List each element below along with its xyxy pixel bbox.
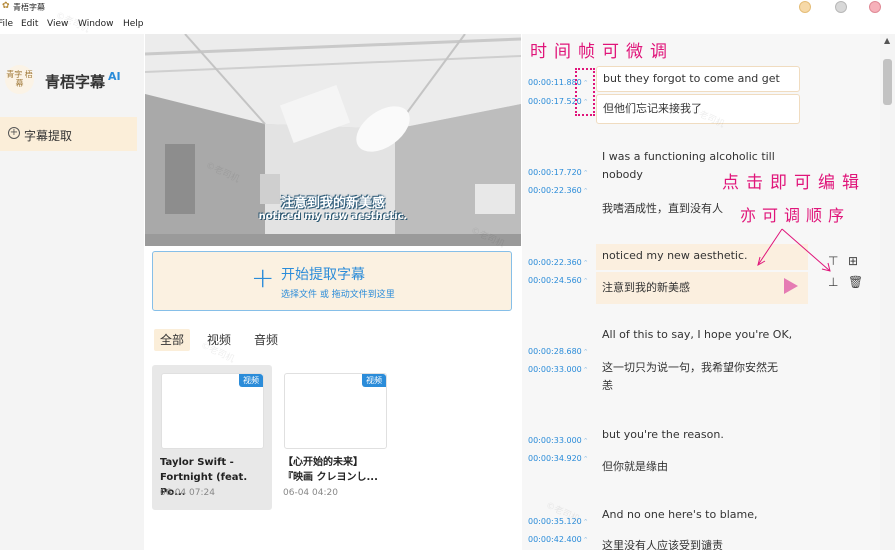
media-date: 06-04 07:24 <box>160 488 215 498</box>
cursor-pointer-icon <box>784 278 798 294</box>
sidebar: 青字 梧幕 青梧字幕 AI + 字幕提取 <box>0 34 144 550</box>
start-time[interactable]: 00:00:17.720⌃ <box>528 168 589 177</box>
subtitle-line: 这一切只为说一句，我希望你安然无 <box>602 361 778 374</box>
title-bar: ✿ 青梧字幕 <box>0 0 895 16</box>
plus-circle-icon: + <box>8 127 20 139</box>
stepper-icon[interactable]: ⌃ <box>583 348 589 356</box>
video-subtitle-cn: 注意到我的新美感 <box>280 196 385 211</box>
media-title-line: 【心开始的未来】 <box>283 457 363 468</box>
subtitle-cn[interactable]: 这一切只为说一句，我希望你安然无 恙 <box>602 359 798 395</box>
start-time[interactable]: 00:00:33.000⌃ <box>528 436 589 445</box>
app-logo: 青字 梧幕 <box>5 65 34 94</box>
video-preview[interactable]: 注意到我的新美感 noticed my new aesthetic. <box>145 34 521 246</box>
stepper-icon[interactable]: ⌃ <box>583 187 589 195</box>
stepper-icon[interactable]: ⌃ <box>583 455 589 463</box>
close-button[interactable] <box>869 1 881 13</box>
delete-icon[interactable]: 🗑 <box>848 276 863 288</box>
time-value: 00:00:22.360 <box>528 258 582 267</box>
menu-help[interactable]: Help <box>123 19 144 29</box>
annotation-click-edit: 点击即可编辑 <box>722 173 866 193</box>
end-time[interactable]: 00:00:34.920⌃ <box>528 454 589 463</box>
time-value: 00:00:28.680 <box>528 347 582 356</box>
time-value: 00:00:33.000 <box>528 436 582 445</box>
menu-edit[interactable]: Edit <box>21 19 38 29</box>
upload-dropzone[interactable]: + 开始提取字幕 选择文件 或 拖动文件到这里 <box>152 251 512 311</box>
subtitle-cn[interactable]: 这里没有人应该受到谴责 <box>602 537 798 550</box>
insert-below-icon[interactable]: ⊥ <box>828 276 838 288</box>
video-subtitle-en: noticed my new aesthetic. <box>258 211 408 222</box>
media-title-line: Taylor Swift - <box>160 457 234 468</box>
ai-badge: AI <box>108 70 121 83</box>
media-thumbnail: 视频 <box>284 373 387 449</box>
end-time[interactable]: 00:00:42.400⌃ <box>528 535 589 544</box>
window-title: 青梧字幕 <box>13 3 45 12</box>
stepper-icon[interactable]: ⌃ <box>583 536 589 544</box>
start-time[interactable]: 00:00:28.680⌃ <box>528 347 589 356</box>
time-value: 00:00:11.880 <box>528 78 582 87</box>
app-icon: ✿ <box>2 1 10 11</box>
tab-all[interactable]: 全部 <box>154 329 191 351</box>
time-value: 00:00:42.400 <box>528 535 582 544</box>
video-badge: 视频 <box>362 374 386 387</box>
media-card[interactable]: 视频 Taylor Swift - Fortnight (feat. Po...… <box>152 365 272 510</box>
annotation-reorder: 亦可调顺序 <box>740 206 851 225</box>
subtitle-cn[interactable]: 注意到我的新美感 <box>596 272 808 304</box>
scrollbar-thumb[interactable] <box>883 59 892 105</box>
app-name: 青梧字幕 <box>45 73 106 91</box>
media-title-line: 『映画 クレヨンし... <box>283 472 378 483</box>
upload-hint: 选择文件 或 拖动文件到这里 <box>281 290 395 300</box>
media-date: 06-04 04:20 <box>283 488 338 498</box>
plus-icon: + <box>251 261 275 294</box>
subtitle-en[interactable]: but they forgot to come and get me. <box>596 66 800 109</box>
time-value: 00:00:17.720 <box>528 168 582 177</box>
stepper-icon[interactable]: ⌃ <box>583 518 589 526</box>
time-value: 00:00:24.560 <box>528 276 582 285</box>
time-value: 00:00:33.000 <box>528 365 582 374</box>
annotation-arrows <box>757 228 831 272</box>
scrollbar[interactable] <box>880 34 895 550</box>
time-value: 00:00:34.920 <box>528 454 582 463</box>
upload-title: 开始提取字幕 <box>281 267 365 283</box>
end-time[interactable]: 00:00:24.560⌃ <box>528 276 589 285</box>
start-time[interactable]: 00:00:22.360⌃ <box>528 258 589 267</box>
sidebar-item-label: 字幕提取 <box>24 129 73 143</box>
time-value: 00:00:22.360 <box>528 186 582 195</box>
stepper-icon[interactable]: ⌃ <box>583 437 589 445</box>
end-time[interactable]: 00:00:22.360⌃ <box>528 186 589 195</box>
media-thumbnail: 视频 <box>161 373 264 449</box>
video-badge: 视频 <box>239 374 263 387</box>
scroll-up-icon[interactable]: ▲ <box>884 36 890 45</box>
subtitle-en[interactable]: And no one here's to blame, <box>602 506 798 524</box>
minimize-button[interactable] <box>799 1 811 13</box>
end-time[interactable]: 00:00:33.000⌃ <box>528 365 589 374</box>
stepper-icon[interactable]: ⌃ <box>583 259 589 267</box>
stepper-icon[interactable]: ⌃ <box>583 366 589 374</box>
subtitle-en[interactable]: but you're the reason. <box>602 426 798 444</box>
stepper-icon[interactable]: ⌃ <box>583 169 589 177</box>
time-value: 00:00:17.520 <box>528 97 582 106</box>
stepper-icon[interactable]: ⌃ <box>583 277 589 285</box>
tab-audio[interactable]: 音频 <box>248 329 284 351</box>
maximize-button[interactable] <box>835 1 847 13</box>
media-title: 【心开始的未来】 『映画 クレヨンし... <box>283 455 391 485</box>
subtitle-line: I was a functioning alcoholic till <box>602 150 775 163</box>
subtitle-en[interactable]: All of this to say, I hope you're OK, <box>602 326 798 344</box>
annotation-highlight-box <box>575 68 595 116</box>
menu-file[interactable]: File <box>0 19 13 29</box>
annotation-frame-tune: 时间帧可微调 <box>530 42 674 62</box>
subtitle-line: 恙 <box>602 379 613 392</box>
sidebar-item-subtitle-extract[interactable]: + 字幕提取 <box>0 117 137 151</box>
media-card[interactable]: 视频 【心开始的未来】 『映画 クレヨンし... 06-04 04:20 <box>275 365 395 510</box>
subtitle-cn[interactable]: 但你就是缘由 <box>602 458 798 476</box>
